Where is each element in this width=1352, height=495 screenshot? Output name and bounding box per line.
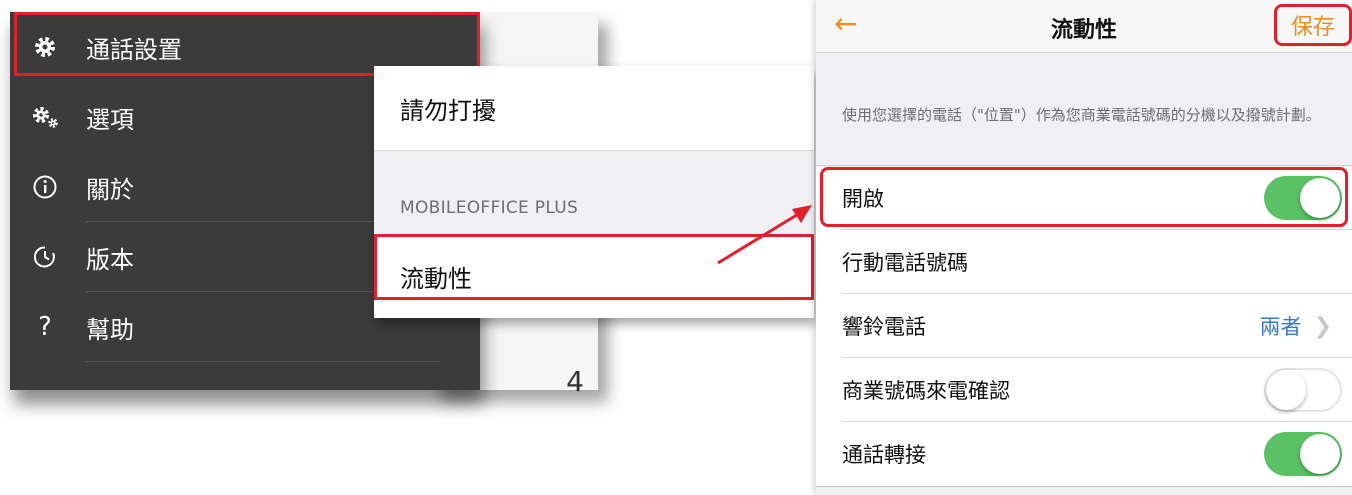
navigation-bar: ← 流動性 保存 [816,0,1352,53]
pointer-arrow-icon [717,205,812,265]
mobility-settings-screen: ← 流動性 保存 使用您選擇的電話（"位置"）作為您商業電話號碼的分機以及撥號計… [816,0,1352,495]
section-header: MOBILEOFFICE PLUS [400,198,579,218]
ring-phone-value[interactable]: 兩者 ❯ [1260,311,1332,341]
call-transfer-row[interactable]: 通話轉接 [816,422,1352,486]
mobile-number-label: 行動電話號碼 [842,251,968,275]
clock-icon [30,242,60,272]
question-icon: ? [38,312,52,342]
menu-divider [86,361,440,362]
call-transfer-label: 通話轉接 [842,443,926,467]
call-settings-panel: 請勿打擾 MOBILEOFFICE PLUS 流動性 [374,66,814,318]
do-not-disturb-label: 請勿打擾 [400,96,496,125]
business-call-confirm-toggle[interactable] [1264,368,1342,412]
menu-item-label: 關於 [86,175,134,204]
chevron-right-icon: ❯ [1313,313,1332,339]
ring-phone-label: 響鈴電話 [842,315,926,339]
menu-item-label: 版本 [86,245,134,274]
mobility-description: 使用您選擇的電話（"位置"）作為您商業電話號碼的分機以及撥號計劃。 [842,106,1321,124]
ring-phone-row[interactable]: 響鈴電話 兩者 ❯ [816,294,1352,358]
page-title: 流動性 [1050,18,1117,43]
call-transfer-toggle[interactable] [1264,432,1342,476]
menu-item-label: 幫助 [86,315,134,344]
business-call-confirm-label: 商業號碼來電確認 [842,379,1010,403]
save-button[interactable]: 保存 [1274,4,1352,46]
business-call-confirm-row[interactable]: 商業號碼來電確認 [816,358,1352,422]
menu-item-label: 選項 [86,105,134,134]
mobile-number-row[interactable]: 行動電話號碼 [816,230,1352,294]
background-list-number: 4 [566,365,584,398]
enable-row-highlight [820,167,1348,227]
info-icon [30,172,60,202]
gears-icon [30,102,60,132]
do-not-disturb-row[interactable]: 請勿打擾 [374,66,814,150]
ring-phone-value-text: 兩者 [1259,315,1302,339]
